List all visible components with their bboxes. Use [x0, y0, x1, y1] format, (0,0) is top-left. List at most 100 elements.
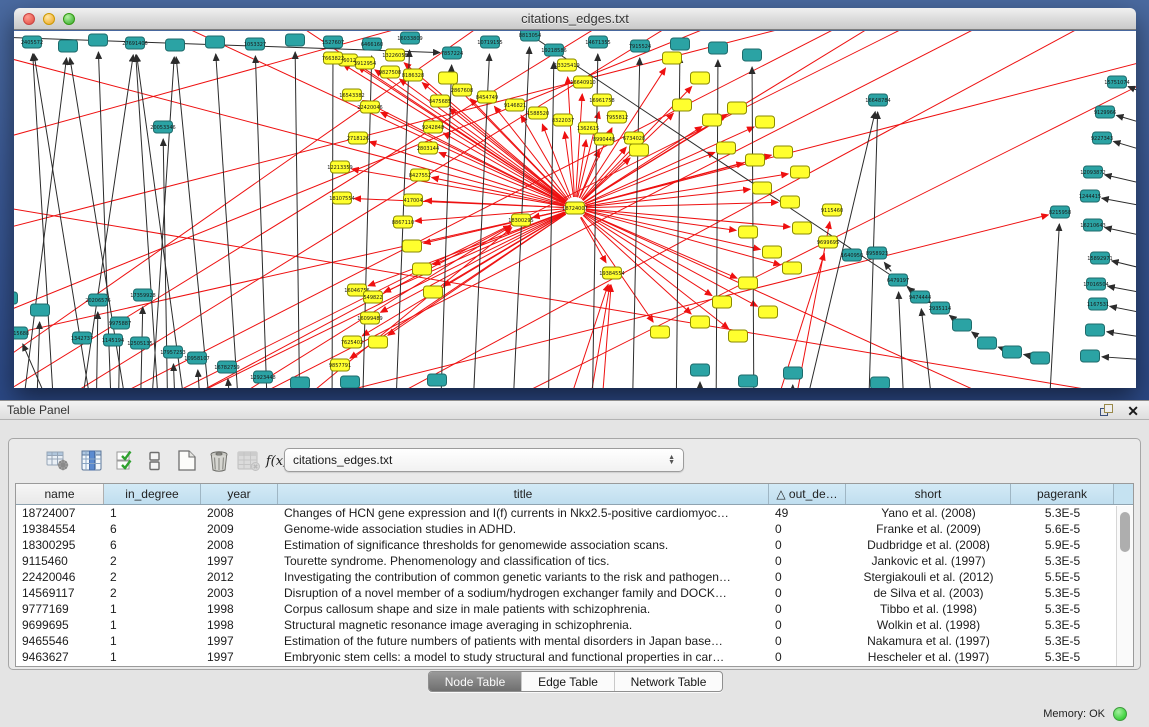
- table-row[interactable]: 2242004622012Investigating the contribut…: [16, 569, 1133, 585]
- graph-node[interactable]: [286, 34, 305, 46]
- table-cell-short: Nakamura et al. (1997): [846, 633, 1011, 649]
- graph-node[interactable]: [1031, 352, 1050, 364]
- table-settings-icon[interactable]: [45, 448, 71, 474]
- graph-node[interactable]: [759, 306, 778, 318]
- memory-ok-indicator-icon[interactable]: [1113, 707, 1127, 721]
- graph-node-label: 7625402: [341, 340, 363, 346]
- vertical-scrollbar[interactable]: [1116, 506, 1133, 666]
- graph-node[interactable]: [743, 49, 762, 61]
- graph-node[interactable]: [1003, 346, 1022, 358]
- graph-node[interactable]: [739, 375, 758, 387]
- table-row[interactable]: 1872400712008Changes of HCN gene express…: [16, 505, 1133, 521]
- graph-node[interactable]: [728, 102, 747, 114]
- graph-node[interactable]: [709, 42, 728, 54]
- column-header-name[interactable]: name: [16, 484, 104, 504]
- graph-node[interactable]: [691, 72, 710, 84]
- graph-node[interactable]: [341, 376, 360, 388]
- graph-node-label: 16210643: [1080, 223, 1105, 229]
- column-header-out_degree[interactable]: △ out_de…: [769, 484, 846, 504]
- close-icon[interactable]: ✕: [1127, 402, 1139, 420]
- table-row[interactable]: 1938455462009Genome-wide association stu…: [16, 521, 1133, 537]
- graph-node[interactable]: [691, 316, 710, 328]
- new-file-icon[interactable]: [174, 448, 200, 474]
- tab-network-table[interactable]: Network Table: [614, 672, 722, 691]
- graph-node[interactable]: [978, 337, 997, 349]
- graph-node[interactable]: [663, 52, 682, 64]
- table-row[interactable]: 911546021997Tourette syndrome. Phenomeno…: [16, 553, 1133, 569]
- graph-node-label: 1145194: [102, 338, 124, 344]
- graph-node[interactable]: [630, 144, 649, 156]
- row-checks-icon[interactable]: [113, 448, 139, 474]
- graph-node-label: 9474444: [909, 295, 931, 301]
- graph-node[interactable]: [793, 222, 812, 234]
- graph-node[interactable]: [781, 196, 800, 208]
- close-window-button[interactable]: [23, 13, 35, 25]
- graph-node[interactable]: [739, 277, 758, 289]
- graph-node[interactable]: [784, 367, 803, 379]
- table-cell-pagerank: 5.6E-5: [1011, 521, 1114, 537]
- column-header-year[interactable]: year: [201, 484, 278, 504]
- graph-node[interactable]: [713, 296, 732, 308]
- show-columns-icon[interactable]: [79, 448, 105, 474]
- table-row[interactable]: 1830029562008Estimation of significance …: [16, 537, 1133, 553]
- graph-node[interactable]: [413, 263, 432, 275]
- column-header-title[interactable]: title: [278, 484, 769, 504]
- graph-node[interactable]: [439, 72, 458, 84]
- graph-node[interactable]: [791, 166, 810, 178]
- graph-node[interactable]: [166, 39, 185, 51]
- graph-node-label: 16640910: [570, 80, 595, 86]
- delete-icon[interactable]: [206, 448, 232, 474]
- graph-node[interactable]: [14, 292, 18, 304]
- table-row[interactable]: 1456911722003Disruption of a novel membe…: [16, 585, 1133, 601]
- graph-node[interactable]: [291, 377, 310, 388]
- graph-node[interactable]: [717, 142, 736, 154]
- table-row[interactable]: 977716911998Corpus callosum shape and si…: [16, 601, 1133, 617]
- graph-node[interactable]: [1086, 324, 1105, 336]
- graph-node[interactable]: [31, 304, 50, 316]
- table-row[interactable]: 946362711997Embryonic stem cells: a mode…: [16, 649, 1133, 665]
- graph-node[interactable]: [691, 364, 710, 376]
- graph-node[interactable]: [871, 377, 890, 388]
- table-row[interactable]: 946554611997Estimation of the future num…: [16, 633, 1133, 649]
- graph-node-label: 12923448: [250, 375, 275, 381]
- minimize-window-button[interactable]: [43, 13, 55, 25]
- scrollbar-thumb[interactable]: [1120, 512, 1130, 552]
- column-header-short[interactable]: short: [846, 484, 1011, 504]
- network-canvas[interactable]: 2405572276914061053327152760764661601603…: [14, 31, 1136, 388]
- graph-node[interactable]: [783, 262, 802, 274]
- column-header-pagerank[interactable]: pagerank: [1011, 484, 1114, 504]
- network-table-selector[interactable]: citations_edges.txt ▲▼: [284, 448, 684, 472]
- zoom-window-button[interactable]: [63, 13, 75, 25]
- graph-node[interactable]: [59, 40, 78, 52]
- table-row[interactable]: 969969511998Structural magnetic resonanc…: [16, 617, 1133, 633]
- graph-node[interactable]: [753, 182, 772, 194]
- table-cell-pagerank: 5.3E-5: [1011, 585, 1114, 601]
- graph-node[interactable]: [729, 330, 748, 342]
- tab-edge-table[interactable]: Edge Table: [521, 672, 614, 691]
- graph-node[interactable]: [673, 99, 692, 111]
- graph-node[interactable]: [369, 336, 388, 348]
- graph-node[interactable]: [739, 226, 758, 238]
- graph-node[interactable]: [774, 146, 793, 158]
- graph-node[interactable]: [651, 326, 670, 338]
- column-header-in_degree[interactable]: in_degree: [104, 484, 201, 504]
- graph-node-label: 16648784: [865, 98, 890, 104]
- graph-node[interactable]: [746, 154, 765, 166]
- graph-node[interactable]: [763, 246, 782, 258]
- graph-node[interactable]: [703, 114, 722, 126]
- float-window-icon[interactable]: [1100, 404, 1115, 417]
- graph-node[interactable]: [953, 319, 972, 331]
- graph-node[interactable]: [671, 38, 690, 50]
- graph-node[interactable]: [1081, 350, 1100, 362]
- graph-node[interactable]: [89, 34, 108, 46]
- graph-node[interactable]: [206, 36, 225, 48]
- graph-node-label: 13325419: [554, 63, 579, 69]
- graph-node-label: 18300295: [508, 218, 533, 224]
- graph-node[interactable]: [756, 116, 775, 128]
- network-window-titlebar[interactable]: citations_edges.txt: [14, 8, 1136, 30]
- paired-rows-icon[interactable]: [142, 448, 168, 474]
- graph-node[interactable]: [424, 286, 443, 298]
- graph-node[interactable]: [428, 374, 447, 386]
- graph-node[interactable]: [403, 240, 422, 252]
- tab-node-table[interactable]: Node Table: [429, 672, 521, 691]
